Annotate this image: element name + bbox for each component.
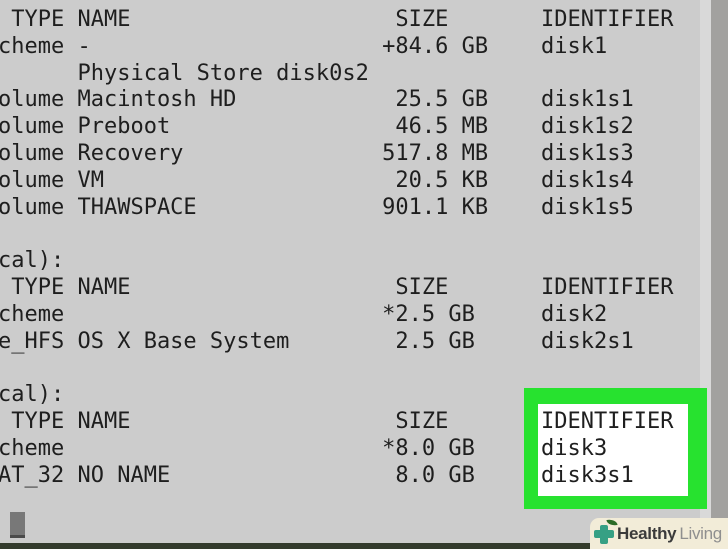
terminal-line: AT_32 NO NAME 8.0 GB disk3s1 [0, 462, 634, 488]
watermark-brand-bold: Healthy [617, 523, 677, 543]
terminal-line: TYPE NAME SIZE IDENTIFIER [0, 408, 674, 434]
watermark-brand-light: Living [679, 523, 722, 543]
terminal-line: olume Recovery 517.8 MB disk1s3 [0, 140, 634, 166]
terminal-line: cal): [0, 382, 65, 408]
terminal-line: olume Macintosh HD 25.5 GB disk1s1 [0, 87, 634, 113]
scrollbar-track[interactable] [711, 0, 728, 543]
terminal-line: TYPE NAME SIZE IDENTIFIER [0, 7, 674, 32]
healthy-living-cross-leaf-icon [593, 517, 618, 545]
terminal-line: cheme - +84.6 GB disk1 [0, 33, 608, 59]
terminal-line: olume VM 20.5 KB disk1s4 [0, 167, 634, 193]
terminal-output: TYPE NAME SIZE IDENTIFIER cheme - +84.6 G… [0, 7, 674, 516]
terminal-line: TYPE NAME SIZE IDENTIFIER [0, 274, 674, 300]
terminal-line: cheme *2.5 GB disk2 [0, 301, 608, 327]
terminal-cursor [10, 512, 25, 538]
terminal-line: olume Preboot 46.5 MB disk1s2 [0, 114, 634, 140]
terminal-line: cheme *8.0 GB disk3 [0, 435, 608, 461]
terminal-window[interactable]: TYPE NAME SIZE IDENTIFIER cheme - +84.6 G… [0, 0, 728, 549]
watermark-badge: Healthy Living [590, 517, 728, 549]
terminal-line: olume THAWSPACE 901.1 KB disk1s5 [0, 194, 634, 220]
terminal-line: e_HFS OS X Base System 2.5 GB disk2s1 [0, 328, 634, 354]
terminal-line: Physical Store disk0s2 [0, 60, 369, 86]
terminal-line: cal): [0, 248, 65, 274]
